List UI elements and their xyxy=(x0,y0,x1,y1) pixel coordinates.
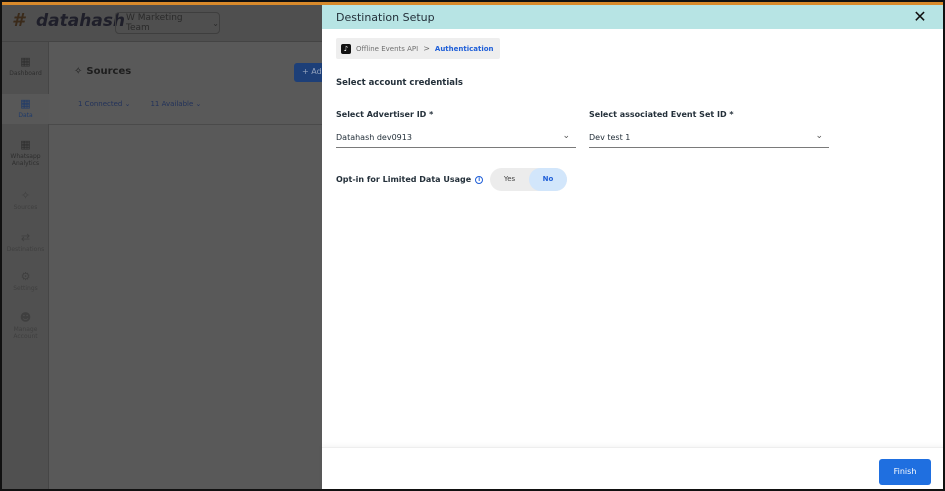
sidebar-item-label: Settings xyxy=(13,285,38,292)
breadcrumb-current: Authentication xyxy=(434,44,494,53)
grid-icon: ▦ xyxy=(20,55,31,68)
screen: # datahash W Marketing Team ⌄ ▦ Dashboar… xyxy=(0,0,945,491)
breadcrumb-separator: > xyxy=(423,44,430,53)
sidebar-item-dashboard[interactable]: ▦ Dashboard xyxy=(2,55,49,78)
sidebar-item-data[interactable]: ▦ Data xyxy=(2,94,49,124)
gear-icon: ⚙ xyxy=(20,270,31,283)
sidebar-item-label: Manage Account xyxy=(13,326,38,340)
users-icon: ☻ xyxy=(19,311,32,324)
breadcrumb-source[interactable]: Offline Events API xyxy=(356,45,418,53)
source-filters: 1 Connected ⌄ 11 Available ⌄ xyxy=(78,100,201,108)
info-icon[interactable]: i xyxy=(475,175,484,184)
sidebar-item-label: Sources xyxy=(13,204,38,211)
drawer-footer: Finish xyxy=(322,447,943,489)
drawer-title: Destination Setup xyxy=(336,11,435,24)
limited-data-usage-toggle: Yes No xyxy=(490,168,567,191)
finish-button[interactable]: Finish xyxy=(879,459,931,485)
team-selector[interactable]: W Marketing Team ⌄ xyxy=(115,12,220,34)
advertiser-id-value: Datahash dev0913 xyxy=(336,133,412,142)
chevron-down-icon: ⌄ xyxy=(562,131,570,141)
sidebar-item-settings[interactable]: ⚙ Settings xyxy=(2,270,49,293)
sidebar-item-destinations[interactable]: ⇄ Destinations xyxy=(2,231,49,254)
logo-hash-icon: # xyxy=(12,10,25,31)
drawer-header: Destination Setup ✕ xyxy=(322,5,943,29)
breadcrumb: ♪ Offline Events API > Authentication xyxy=(336,38,500,59)
team-selector-value: W Marketing Team xyxy=(126,13,183,33)
filter-label: 11 Available xyxy=(150,100,194,108)
toggle-yes-option[interactable]: Yes xyxy=(490,168,529,191)
sidebar-item-label: Dashboard xyxy=(9,70,42,77)
grid-icon: ▦ xyxy=(20,97,31,110)
event-set-id-value: Dev test 1 xyxy=(589,133,631,142)
section-heading: Select account credentials xyxy=(336,78,463,88)
optin-label: Opt-in for Limited Data Usage i xyxy=(336,175,484,184)
filter-label: 1 Connected xyxy=(78,100,123,108)
sidebar-item-label: Whatsapp Analytics xyxy=(10,153,41,167)
filter-connected[interactable]: 1 Connected ⌄ xyxy=(78,100,130,108)
page-title: ✧ Sources xyxy=(74,66,131,77)
nodes-icon: ✧ xyxy=(20,189,31,202)
advertiser-id-label: Select Advertiser ID * xyxy=(336,110,434,119)
destination-setup-drawer: Destination Setup ✕ ♪ Offline Events API… xyxy=(322,5,943,489)
sidebar-item-label: Data xyxy=(18,112,33,119)
event-set-id-select[interactable]: Dev test 1 ⌄ xyxy=(589,126,829,148)
sidebar: ▦ Dashboard ▦ Data ▦ Whatsapp Analytics … xyxy=(2,42,49,489)
close-icon[interactable]: ✕ xyxy=(910,7,930,27)
sources-icon: ✧ xyxy=(74,66,83,77)
chevron-down-icon: ⌄ xyxy=(815,131,823,141)
filter-available[interactable]: 11 Available ⌄ xyxy=(150,100,201,108)
optin-label-text: Opt-in for Limited Data Usage xyxy=(336,175,472,184)
toggle-no-option[interactable]: No xyxy=(529,168,567,191)
chevron-down-icon: ⌄ xyxy=(212,18,219,28)
sidebar-item-label: Destinations xyxy=(6,246,45,253)
page-title-text: Sources xyxy=(86,66,132,77)
share-icon: ⇄ xyxy=(20,231,31,244)
divider xyxy=(49,124,322,125)
sidebar-item-manage-account[interactable]: ☻ Manage Account xyxy=(2,311,49,341)
tiktok-icon: ♪ xyxy=(341,43,351,54)
event-set-id-label: Select associated Event Set ID * xyxy=(589,110,734,119)
sidebar-item-whatsapp-analytics[interactable]: ▦ Whatsapp Analytics xyxy=(2,138,49,168)
logo-text: datahash xyxy=(36,11,126,31)
sidebar-item-sources[interactable]: ✧ Sources xyxy=(2,189,49,212)
logo: # datahash xyxy=(12,10,126,32)
grid-icon: ▦ xyxy=(20,138,31,151)
advertiser-id-select[interactable]: Datahash dev0913 ⌄ xyxy=(336,126,576,148)
